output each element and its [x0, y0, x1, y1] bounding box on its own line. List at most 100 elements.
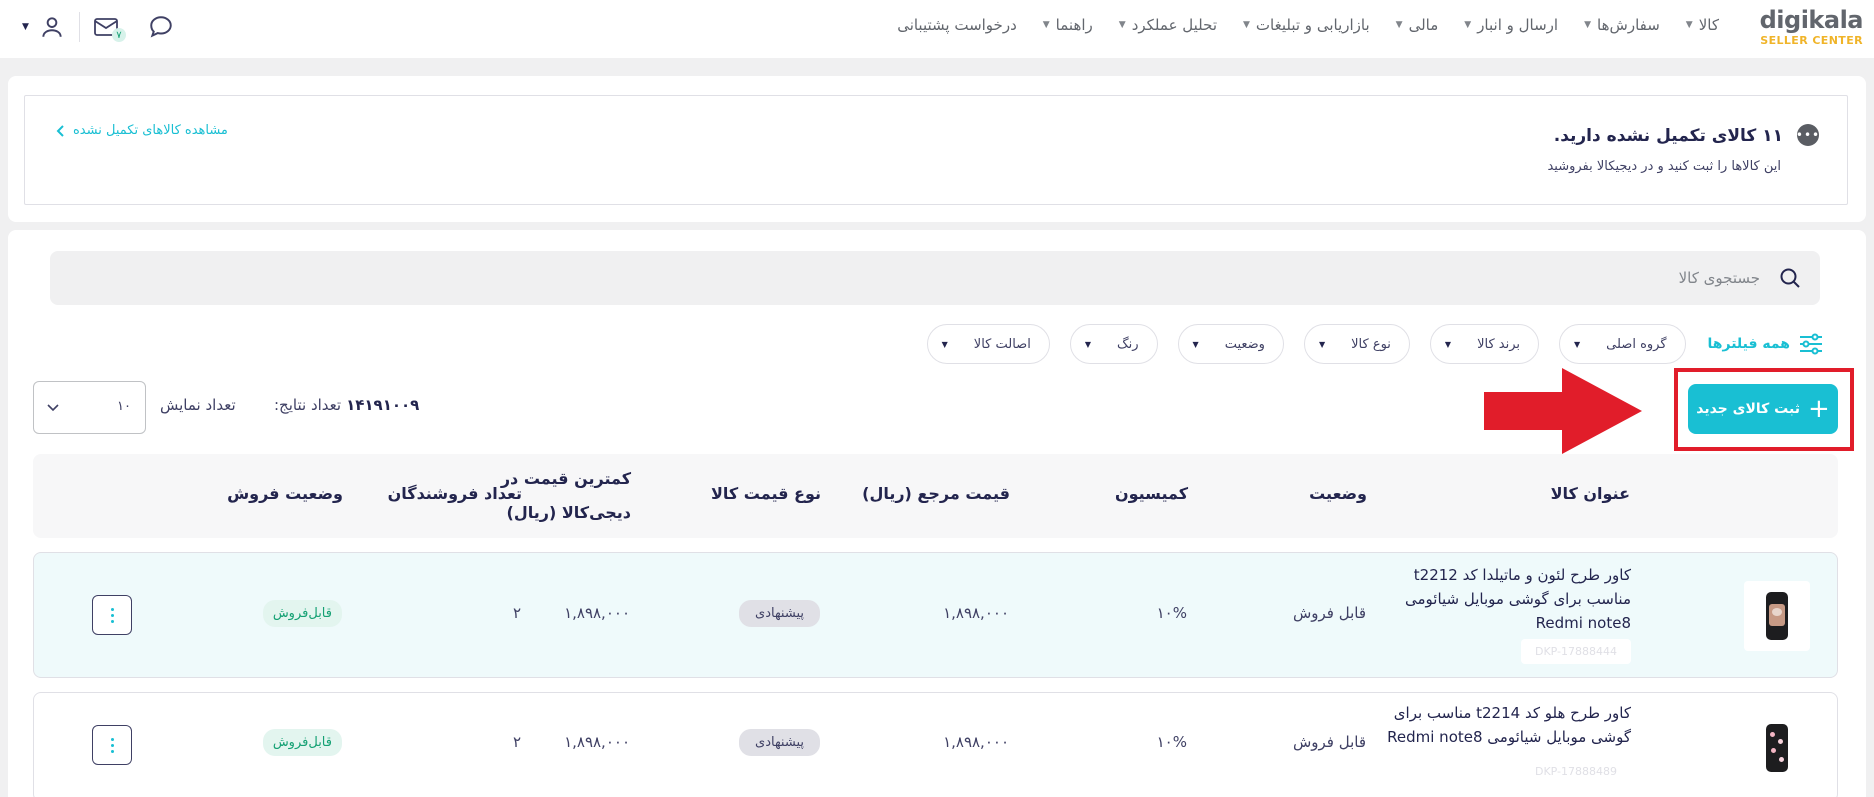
logo-subtext: SELLER CENTER — [1760, 34, 1863, 47]
nav-label: بازاریابی و تبلیغات — [1255, 16, 1370, 34]
page-size-label: تعداد نمایش — [160, 396, 236, 414]
messages-badge: ۷ — [111, 28, 126, 42]
product-status: قابل فروش — [1292, 604, 1366, 622]
caret-down-icon: ▼ — [1192, 339, 1199, 349]
nav-label: ارسال و انبار — [1477, 16, 1559, 34]
nav-item-shipping[interactable]: ارسال و انبار ▼ — [1464, 14, 1558, 36]
phone-case-image — [1766, 724, 1788, 772]
product-ref-price: ۱,۸۹۸,۰۰۰ — [943, 733, 1009, 751]
filter-color[interactable]: رنگ ▼ — [1069, 324, 1158, 364]
caret-down-icon: ▼ — [1318, 339, 1326, 349]
caret-down-icon: ▼ — [1395, 20, 1403, 30]
product-ref-price: ۱,۸۹۸,۰۰۰ — [943, 604, 1009, 622]
product-commission: ۱۰% — [1156, 733, 1187, 751]
chat-icon[interactable] — [144, 10, 178, 44]
product-sellers: ۲ — [512, 733, 521, 751]
caret-down-icon: ▼ — [1685, 20, 1693, 30]
nav-item-support[interactable]: درخواست پشتیبانی — [897, 14, 1017, 36]
caret-down-icon: ▼ — [1584, 20, 1592, 30]
nav-label: درخواست پشتیبانی — [897, 16, 1017, 34]
caret-down-icon: ▼ — [1243, 20, 1250, 30]
caret-down-icon: ▼ — [1574, 339, 1581, 349]
title-line: گوشی موبایل شیائومی Redmi note8 — [1387, 728, 1631, 746]
notice-title: ۱۱ کالای تکمیل نشده دارید. — [1553, 126, 1783, 146]
product-dkp-code: DKP-17888444 — [1521, 639, 1631, 664]
nav-label: مالی — [1408, 16, 1439, 34]
all-filters-label: همه فیلترها — [1707, 336, 1790, 352]
search-icon[interactable] — [1778, 266, 1802, 290]
title-line: مناسب برای گوشی موبایل شیائومی — [1404, 590, 1631, 608]
top-actions: ▼ ۷ — [22, 10, 178, 44]
add-new-product-button[interactable]: + ثبت کالای جدید — [1688, 384, 1838, 434]
chevron-down-icon — [47, 404, 59, 412]
all-filters-button[interactable]: همه فیلترها — [1708, 332, 1824, 356]
filter-brand[interactable]: برند کالا ▼ — [1429, 324, 1540, 364]
chip-label: برند کالا — [1477, 336, 1521, 352]
chip-label: رنگ — [1117, 336, 1139, 352]
top-navbar: digikala SELLER CENTER کالا ▼ سفارش‌ها ▼… — [0, 0, 1874, 58]
nav-label: راهنما — [1055, 16, 1093, 34]
caret-down-icon: ▼ — [1464, 20, 1472, 30]
main-nav: کالا ▼ سفارش‌ها ▼ ارسال و انبار ▼ مالی ▼… — [871, 14, 1719, 36]
product-commission: ۱۰% — [1156, 604, 1187, 622]
chip-label: وضعیت — [1224, 336, 1265, 352]
table-header: عنوان کالا وضعیت کمیسیون قیمت مرجع (ریال… — [33, 454, 1838, 538]
filter-status[interactable]: وضعیت ▼ — [1177, 324, 1284, 364]
mail-icon[interactable]: ۷ — [90, 10, 126, 44]
product-thumbnail[interactable] — [1744, 581, 1810, 651]
add-button-label: ثبت کالای جدید — [1696, 401, 1800, 417]
caret-down-icon: ▼ — [941, 339, 948, 349]
results-label: تعداد نتایج: — [274, 396, 342, 414]
col-price-type: نوع قیمت کالا — [710, 484, 821, 503]
caret-down-icon: ▼ — [1118, 20, 1126, 30]
filters-icon — [1800, 333, 1822, 355]
table-row[interactable]: کاور طرح هلو کد t2214 مناسب برای گوشی مو… — [33, 692, 1838, 797]
col-title: عنوان کالا — [1550, 484, 1630, 503]
nav-item-help[interactable]: راهنما ▼ — [1043, 14, 1093, 36]
nav-item-orders[interactable]: سفارش‌ها ▼ — [1584, 14, 1660, 36]
filters-row: همه فیلترها گروه اصلی ▼ برند کالا ▼ نوع … — [907, 324, 1824, 364]
product-title[interactable]: کاور طرح هلو کد t2214 مناسب برای گوشی مو… — [1387, 701, 1631, 749]
col-sale-status: وضعیت فروش — [227, 484, 343, 503]
nav-label: سفارش‌ها — [1597, 16, 1660, 34]
row-actions-kebab-icon[interactable] — [92, 725, 132, 765]
user-icon[interactable] — [35, 10, 69, 44]
link-label: مشاهده کالاهای تکمیل نشده — [73, 123, 228, 138]
digikala-logo[interactable]: digikala SELLER CENTER — [1743, 6, 1864, 50]
table-row[interactable]: کاور طرح لئون و ماتیلدا کد t2212 مناسب ب… — [33, 552, 1838, 678]
product-min-price: ۱,۸۹۸,۰۰۰ — [564, 604, 630, 622]
col-sellers: تعداد فروشندگان — [387, 484, 522, 503]
product-title[interactable]: کاور طرح لئون و ماتیلدا کد t2212 مناسب ب… — [1405, 563, 1631, 635]
sale-status-badge: قابل‌فروش — [262, 729, 342, 756]
incomplete-products-notice: ••• ۱۱ کالای تکمیل نشده دارید. این کالاه… — [24, 95, 1848, 205]
view-incomplete-link[interactable]: مشاهده کالاهای تکمیل نشده — [55, 123, 228, 138]
nav-item-products[interactable]: کالا ▼ — [1686, 14, 1719, 36]
price-type-badge: پیشنهادی — [739, 729, 820, 756]
nav-item-analytics[interactable]: تحلیل عملکرد ▼ — [1119, 14, 1217, 36]
search-input[interactable] — [160, 251, 1760, 305]
more-icon: ••• — [1796, 124, 1819, 146]
product-thumbnail[interactable] — [1744, 713, 1810, 783]
nav-item-marketing[interactable]: بازاریابی و تبلیغات ▼ — [1243, 14, 1370, 36]
page-size-value: ۱۰ — [117, 399, 131, 414]
filter-authenticity[interactable]: اصالت کالا ▼ — [926, 324, 1050, 364]
plus-icon: + — [1807, 394, 1830, 424]
account-caret-icon[interactable]: ▼ — [22, 22, 29, 32]
chip-label: نوع کالا — [1351, 336, 1391, 352]
row-actions-kebab-icon[interactable] — [92, 595, 132, 635]
title-line: کاور طرح لئون و ماتیلدا کد t2212 — [1413, 566, 1631, 584]
filter-product-type[interactable]: نوع کالا ▼ — [1303, 324, 1410, 364]
col-ref-price: قیمت مرجع (ریال) — [862, 484, 1010, 503]
caret-down-icon: ▼ — [1444, 339, 1452, 349]
results-number: ۱۴۱۹۱۰۰۹ — [346, 396, 420, 414]
nav-label: کالا — [1698, 16, 1719, 34]
col-status: وضعیت — [1309, 484, 1367, 503]
nav-label: تحلیل عملکرد — [1131, 16, 1217, 34]
caret-down-icon: ▼ — [1084, 339, 1091, 349]
search-bar — [50, 251, 1820, 305]
notice-subtitle: این کالاها را ثبت کنید و در دیجیکالا بفر… — [1547, 159, 1781, 174]
nav-item-finance[interactable]: مالی ▼ — [1396, 14, 1439, 36]
title-line: کاور طرح هلو کد t2214 مناسب برای — [1393, 704, 1631, 722]
page-size-select[interactable]: ۱۰ — [33, 381, 146, 434]
filter-main-group[interactable]: گروه اصلی ▼ — [1559, 324, 1686, 364]
